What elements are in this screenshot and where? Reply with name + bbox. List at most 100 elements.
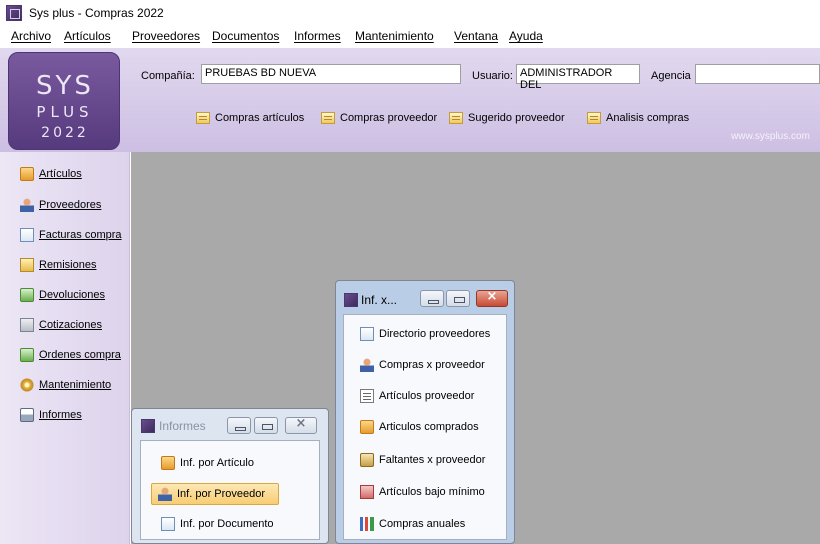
analisis-compras-label: Analisis compras [606,112,690,124]
close-button[interactable] [285,416,317,434]
list-item-label: Compras x proveedor [379,359,485,371]
menu-documentos[interactable]: Documentos [212,29,279,43]
minimize-button[interactable] [227,417,251,434]
agency-field[interactable] [695,64,820,84]
person-icon [20,198,34,212]
document-icon [360,327,374,341]
bar-chart-icon [360,517,374,531]
list-item-articulos-comprados[interactable]: Articulos comprados [360,416,479,438]
sidebar-item-label: Ordenes compra [39,349,121,361]
clipboard-icon [360,453,374,467]
website-link[interactable]: www.sysplus.com [731,131,810,142]
list-item-label: Inf. por Artículo [180,457,254,469]
list-item-compras-proveedor[interactable]: Compras x proveedor [360,354,485,376]
list-item-label: Directorio proveedores [379,328,491,340]
logo-text-year: 2022 [41,125,89,141]
list-icon [587,112,601,124]
list-item-bajo-minimo[interactable]: Artículos bajo mínimo [360,481,485,503]
sidebar-item-facturas[interactable]: Facturas compra [20,226,122,244]
list-icon [321,112,335,124]
list-item-label: Artículos proveedor [379,390,475,402]
list-item-label: Artículos bajo mínimo [379,486,485,498]
menu-ayuda[interactable]: Ayuda [509,29,543,43]
box-icon [20,167,34,181]
informes-window-body: Inf. por Artículo Inf. por Proveedor Inf… [140,440,320,540]
informes-window-titlebar[interactable]: Informes [132,409,328,441]
informes-window-title: Informes [159,419,206,433]
menu-ventana[interactable]: Ventana [454,29,498,43]
list-item-inf-articulo[interactable]: Inf. por Artículo [157,452,258,474]
sidebar-item-proveedores[interactable]: Proveedores [20,196,101,214]
app-icon[interactable] [6,5,22,21]
return-icon [20,288,34,302]
list-item-label: Articulos comprados [379,421,479,433]
sysplus-logo: SYS PLUS 2022 [8,52,120,150]
list-item-directorio[interactable]: Directorio proveedores [360,323,490,345]
analisis-compras-button[interactable]: Analisis compras [587,109,689,127]
book-icon [360,485,374,499]
user-label: Usuario: [472,70,513,82]
inf-x-window-titlebar[interactable]: Inf. x... [336,281,514,313]
app-icon [141,419,155,433]
sugerido-proveedor-label: Sugerido proveedor [468,112,565,124]
menu-bar: Archivo Artículos Proveedores Documentos… [0,26,820,48]
minimize-button[interactable] [420,290,444,307]
sidebar-item-label: Cotizaciones [39,319,102,331]
list-item-label: Inf. por Documento [180,518,274,530]
inf-x-window-body: Directorio proveedores Compras x proveed… [343,314,507,540]
close-button[interactable] [476,289,508,307]
sidebar-item-mantenimiento[interactable]: Mantenimiento [20,376,111,394]
menu-mantenimiento[interactable]: Mantenimiento [355,29,434,43]
company-label: Compañía: [141,70,195,82]
sugerido-proveedor-button[interactable]: Sugerido proveedor [449,109,565,127]
list-item-faltantes[interactable]: Faltantes x proveedor [360,449,485,471]
agency-label: Agencia [651,70,691,82]
person-icon [158,487,172,501]
compras-articulos-label: Compras artículos [215,112,305,124]
list-item-label: Faltantes x proveedor [379,454,486,466]
user-field[interactable]: ADMINISTRADOR DEL [516,64,640,91]
list-item-compras-anuales[interactable]: Compras anuales [360,513,465,535]
list-icon [360,389,374,403]
menu-informes[interactable]: Informes [294,29,341,43]
sidebar-item-ordenes[interactable]: Ordenes compra [20,346,121,364]
menu-archivo[interactable]: Archivo [11,29,51,43]
sidebar-item-devoluciones[interactable]: Devoluciones [20,286,105,304]
compras-proveedor-label: Compras proveedor [340,112,438,124]
sidebar: Artículos Proveedores Facturas compra Re… [0,152,130,544]
compras-articulos-button[interactable]: Compras artículos [196,109,304,127]
list-icon [449,112,463,124]
compras-proveedor-button[interactable]: Compras proveedor [321,109,437,127]
app-icon [344,293,358,307]
sidebar-item-label: Artículos [39,168,82,180]
invoice-icon [20,228,34,242]
inf-x-window-title: Inf. x... [361,293,398,307]
list-item-inf-documento[interactable]: Inf. por Documento [157,513,278,535]
printer-icon [20,408,34,422]
list-item-label: Inf. por Proveedor [177,488,266,500]
sidebar-item-label: Remisiones [39,259,97,271]
maximize-button[interactable] [254,417,278,434]
list-icon [196,112,210,124]
sidebar-item-label: Devoluciones [39,289,106,301]
sidebar-item-remisiones[interactable]: Remisiones [20,256,96,274]
folder-icon [20,258,34,272]
sidebar-item-label: Proveedores [39,199,102,211]
list-item-articulos-proveedor[interactable]: Artículos proveedor [360,385,474,407]
list-item-label: Compras anuales [379,518,466,530]
order-icon [20,348,34,362]
menu-articulos[interactable]: Artículos [64,29,111,43]
box-icon [360,420,374,434]
informes-window: Informes Inf. por Artículo Inf. por Prov… [131,408,329,544]
maximize-button[interactable] [446,290,470,307]
sidebar-item-label: Facturas compra [39,229,122,241]
sidebar-item-articulos[interactable]: Artículos [20,165,82,183]
sidebar-item-cotizaciones[interactable]: Cotizaciones [20,316,102,334]
list-item-inf-proveedor[interactable]: Inf. por Proveedor [151,483,279,505]
sidebar-item-label: Informes [39,409,82,421]
company-field[interactable]: PRUEBAS BD NUEVA [201,64,461,84]
menu-proveedores[interactable]: Proveedores [132,29,200,43]
document-icon [161,517,175,531]
inf-x-window: Inf. x... Directorio proveedores Compras… [335,280,515,544]
sidebar-item-informes[interactable]: Informes [20,406,82,424]
